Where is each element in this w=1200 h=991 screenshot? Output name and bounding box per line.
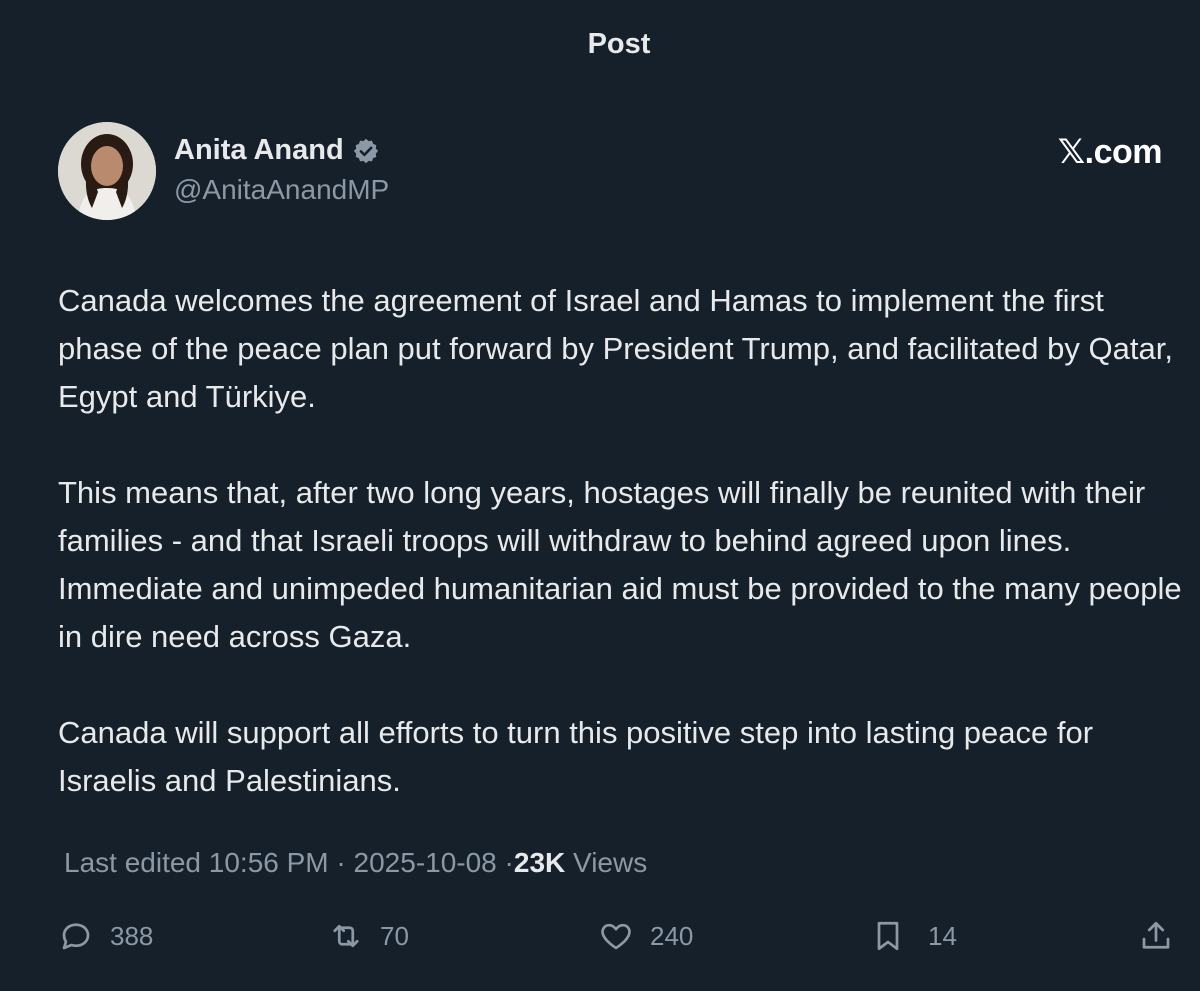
bookmark-button[interactable]: 14 — [870, 914, 957, 958]
reply-count: 388 — [110, 920, 154, 951]
author-name-text[interactable]: Anita Anand — [174, 134, 344, 167]
meta-separator: · — [504, 847, 514, 878]
repost-button[interactable]: 70 — [328, 914, 409, 958]
post-paragraph: Canada will support all efforts to turn … — [58, 715, 1094, 798]
speech-bubble-icon — [62, 923, 90, 950]
share-button[interactable] — [1138, 914, 1174, 958]
avatar-photo — [58, 122, 156, 220]
x-logo-icon: 𝕏 — [1057, 132, 1085, 172]
repost-count: 70 — [380, 920, 409, 951]
like-count: 240 — [650, 920, 694, 951]
repost-arrows-icon — [333, 924, 359, 948]
bookmark-count: 14 — [928, 920, 957, 951]
author-name[interactable]: Anita Anand — [174, 134, 380, 167]
heart-icon — [601, 923, 631, 950]
like-button[interactable]: 240 — [598, 914, 693, 958]
views-label[interactable]: Views — [573, 847, 647, 878]
post-actions: 388 70 240 14 — [58, 914, 1176, 958]
share-upload-icon — [1142, 921, 1170, 949]
brand-logo: 𝕏.com — [1057, 132, 1163, 172]
author-handle[interactable]: @AnitaAnandMP — [174, 174, 389, 206]
post-paragraph: Canada welcomes the agreement of Israel … — [58, 283, 1173, 414]
post-date[interactable]: 2025-10-08 — [354, 847, 497, 878]
reply-button[interactable]: 388 — [58, 914, 153, 958]
meta-separator: · — [336, 847, 346, 878]
avatar[interactable] — [58, 122, 156, 220]
post-paragraph: This means that, after two long years, h… — [58, 475, 1182, 654]
bookmark-icon — [877, 921, 899, 951]
post-text: Canada welcomes the agreement of Israel … — [58, 277, 1188, 853]
edited-label[interactable]: Last edited — [64, 847, 201, 878]
views-count[interactable]: 23K — [514, 847, 565, 878]
brand-suffix: .com — [1084, 133, 1163, 171]
verified-badge-icon — [352, 137, 380, 165]
post-meta: Last edited 10:56 PM · 2025-10-08 ·23K V… — [64, 847, 647, 879]
page-title: Post — [587, 28, 651, 60]
post-time[interactable]: 10:56 PM — [209, 847, 329, 878]
